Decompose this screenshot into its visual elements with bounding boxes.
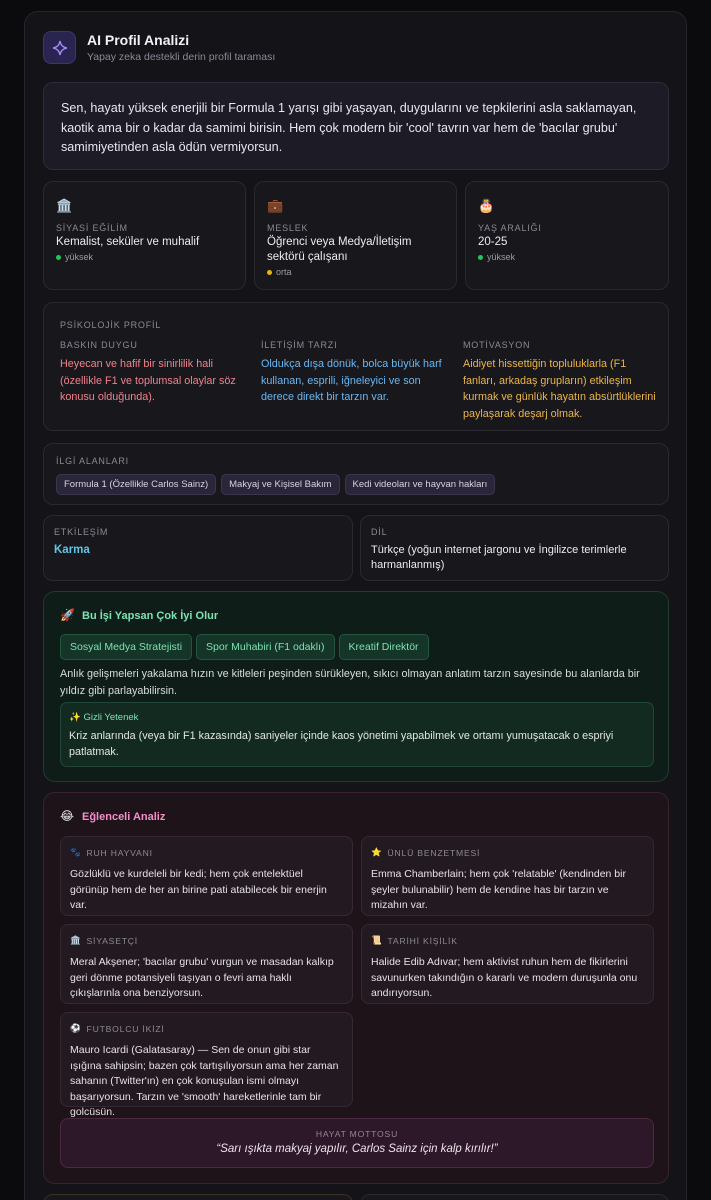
section-label: ETKİLEŞİM xyxy=(54,527,109,537)
soccer-ball-icon: ⚽ xyxy=(70,1023,82,1033)
confidence-text: yüksek xyxy=(487,252,516,262)
laughing-icon: 😂 xyxy=(60,809,75,823)
page-subtitle: Yapay zeka destekli derin profil taramas… xyxy=(87,51,276,63)
column-text: Aidiyet hissettiğin topluluklarla (F1 fa… xyxy=(463,358,656,420)
interest-chip: Kedi videoları ve hayvan hakları xyxy=(344,474,496,495)
star-icon: ⭐ xyxy=(371,847,383,857)
psy-dominant-emotion: BASKIN DUYGU Heyecan ve hafif bir sinirl… xyxy=(60,340,245,406)
section-label: PSİKOLOJİK PROFİL xyxy=(60,320,162,330)
scroll-icon: 📜 xyxy=(371,935,383,945)
stat-value: 20-25 xyxy=(478,236,508,248)
confidence-dot xyxy=(478,254,483,260)
profile-summary: Sen, hayatı yüksek enerjili bir Formula … xyxy=(43,82,669,170)
interests-section: İLGİ ALANLARI Formula 1 (Özellikle Carlo… xyxy=(43,443,669,505)
confidence-badge: yüksek xyxy=(478,252,515,262)
stat-value: Öğrenci veya Medya/İletişim sektörü çalı… xyxy=(267,236,412,263)
fun-card-politician: 🏛️ SİYASETÇİ Meral Akşener; 'bacılar grub… xyxy=(60,924,353,1004)
motto-label: HAYAT MOTTOSU xyxy=(315,1129,399,1139)
fun-card-label: ⚽ FUTBOLCU İKİZİ xyxy=(70,1023,165,1034)
fun-card-text: Gözlüklü ve kurdeleli bir kedi; hem çok … xyxy=(70,868,327,911)
stat-political: 🏛️ SİYASİ EĞİLİM Kemalist, seküler ve mu… xyxy=(43,181,246,290)
hidden-talent-label: ✨ Gizli Yetenek xyxy=(69,712,139,723)
interest-chips: Formula 1 (Özellikle Carlos Sainz) Makyaj… xyxy=(56,474,500,495)
confidence-badge: yüksek xyxy=(56,252,93,262)
job-chip: Kreatif Direktör xyxy=(338,634,429,660)
fun-card-text: Meral Akşener; 'bacılar grubu' vurgun ve… xyxy=(70,956,334,999)
motto-text: “Sarı ışıkta makyaj yapılır, Carlos Sain… xyxy=(216,1143,498,1155)
column-text: Oldukça dışa dönük, bolca büyük harf kul… xyxy=(261,358,442,403)
psychology-section: PSİKOLOJİK PROFİL BASKIN DUYGU Heyecan v… xyxy=(43,302,669,431)
life-motto: HAYAT MOTTOSU “Sarı ışıkta makyaj yapılı… xyxy=(60,1118,654,1168)
language-value: Türkçe (yoğun internet jargonu ve İngili… xyxy=(371,544,627,571)
fun-analysis-section: 😂 Eğlenceli Analiz 🐾 RUH HAYVANI Gözlüklü… xyxy=(43,792,669,1184)
confidence-text: yüksek xyxy=(65,252,94,262)
interest-chip: Formula 1 (Özellikle Carlos Sainz) xyxy=(56,474,217,495)
psy-motivation: MOTİVASYON Aidiyet hissettiğin toplulukl… xyxy=(463,340,659,422)
career-suggestion-section: 🚀 Bu İşi Yapsan Çok İyi Olur Sosyal Medy… xyxy=(43,591,669,782)
fun-card-label: 🏛️ SİYASETÇİ xyxy=(70,935,138,946)
job-chip: Spor Muhabiri (F1 odaklı) xyxy=(196,634,335,660)
hidden-talent-text: Kriz anlarında (veya bir F1 kazasında) s… xyxy=(69,730,614,758)
psy-communication-style: İLETİŞİM TARZI Oldukça dışa dönük, bolca… xyxy=(261,340,451,406)
engagement-section: ETKİLEŞİM Karma xyxy=(43,515,353,581)
fun-card-label: 📜 TARİHİ KİŞİLİK xyxy=(371,935,458,946)
column-label: İLETİŞİM TARZI xyxy=(261,340,338,350)
bottom-card-right xyxy=(360,1194,669,1200)
language-section: DİL Türkçe (yoğun internet jargonu ve İn… xyxy=(360,515,669,581)
profile-analysis-card: AI Profil Analizi Yapay zeka destekli de… xyxy=(24,11,687,1200)
engagement-value: Karma xyxy=(54,544,90,556)
section-label: DİL xyxy=(371,527,388,537)
briefcase-icon: 💼 xyxy=(267,198,284,213)
paw-icon: 🐾 xyxy=(70,847,82,857)
bottom-card-left xyxy=(43,1194,353,1200)
fun-card-label: ⭐ ÜNLÜ BENZETMESİ xyxy=(371,847,481,858)
fun-card-text: Emma Chamberlain; hem çok 'relatable' (k… xyxy=(371,868,626,911)
job-chip: Sosyal Medya Stratejisti xyxy=(60,634,193,660)
fun-card-spirit-animal: 🐾 RUH HAYVANI Gözlüklü ve kurdeleli bir k… xyxy=(60,836,353,916)
cake-icon: 🎂 xyxy=(478,198,495,213)
fun-card-footballer: ⚽ FUTBOLCU İKİZİ Mauro Icardi (Galatasara… xyxy=(60,1012,353,1118)
column-label: MOTİVASYON xyxy=(463,340,531,350)
fun-card-text: Halide Edib Adıvar; hem aktivist ruhun h… xyxy=(371,956,638,999)
fun-card-historical: 📜 TARİHİ KİŞİLİK Halide Edib Adıvar; hem … xyxy=(361,924,654,1004)
column-text: Heyecan ve hafif bir sinirlilik hali (öz… xyxy=(60,358,236,403)
fun-card-celebrity: ⭐ ÜNLÜ BENZETMESİ Emma Chamberlain; hem ç… xyxy=(361,836,654,916)
hidden-talent-box: ✨ Gizli Yetenek Kriz anlarında (veya bir… xyxy=(60,702,654,767)
fun-card-label: 🐾 RUH HAYVANI xyxy=(70,847,153,858)
stat-value: Kemalist, seküler ve muhalif xyxy=(56,236,200,248)
stat-label: YAŞ ARALIĞI xyxy=(478,223,542,233)
section-title: Bu İşi Yapsan Çok İyi Olur xyxy=(82,610,219,622)
confidence-text: orta xyxy=(276,267,292,277)
column-label: BASKIN DUYGU xyxy=(60,340,138,350)
confidence-dot xyxy=(267,269,272,275)
sparkle-icon xyxy=(43,31,76,64)
stat-label: SİYASİ EĞİLİM xyxy=(56,223,128,233)
section-label: İLGİ ALANLARI xyxy=(56,456,129,466)
section-title: Eğlenceli Analiz xyxy=(82,811,166,823)
rocket-icon: 🚀 xyxy=(60,608,75,622)
institution-icon: 🏛️ xyxy=(70,935,82,945)
institution-icon: 🏛️ xyxy=(56,198,73,213)
interest-chip: Makyaj ve Kişisel Bakım xyxy=(221,474,340,495)
job-chips: Sosyal Medya Stratejisti Spor Muhabiri (F… xyxy=(60,634,433,660)
stat-age-range: 🎂 YAŞ ARALIĞI 20-25 yüksek xyxy=(465,181,669,290)
page-title: AI Profil Analizi xyxy=(87,32,190,48)
confidence-badge: orta xyxy=(267,267,292,277)
fun-card-text: Mauro Icardi (Galatasaray) — Sen de onun… xyxy=(70,1044,339,1118)
stat-label: MESLEK xyxy=(267,223,309,233)
career-description: Anlık gelişmeleri yakalama hızın ve kitl… xyxy=(60,668,640,697)
confidence-dot xyxy=(56,254,61,260)
stat-occupation: 💼 MESLEK Öğrenci veya Medya/İletişim sek… xyxy=(254,181,457,290)
